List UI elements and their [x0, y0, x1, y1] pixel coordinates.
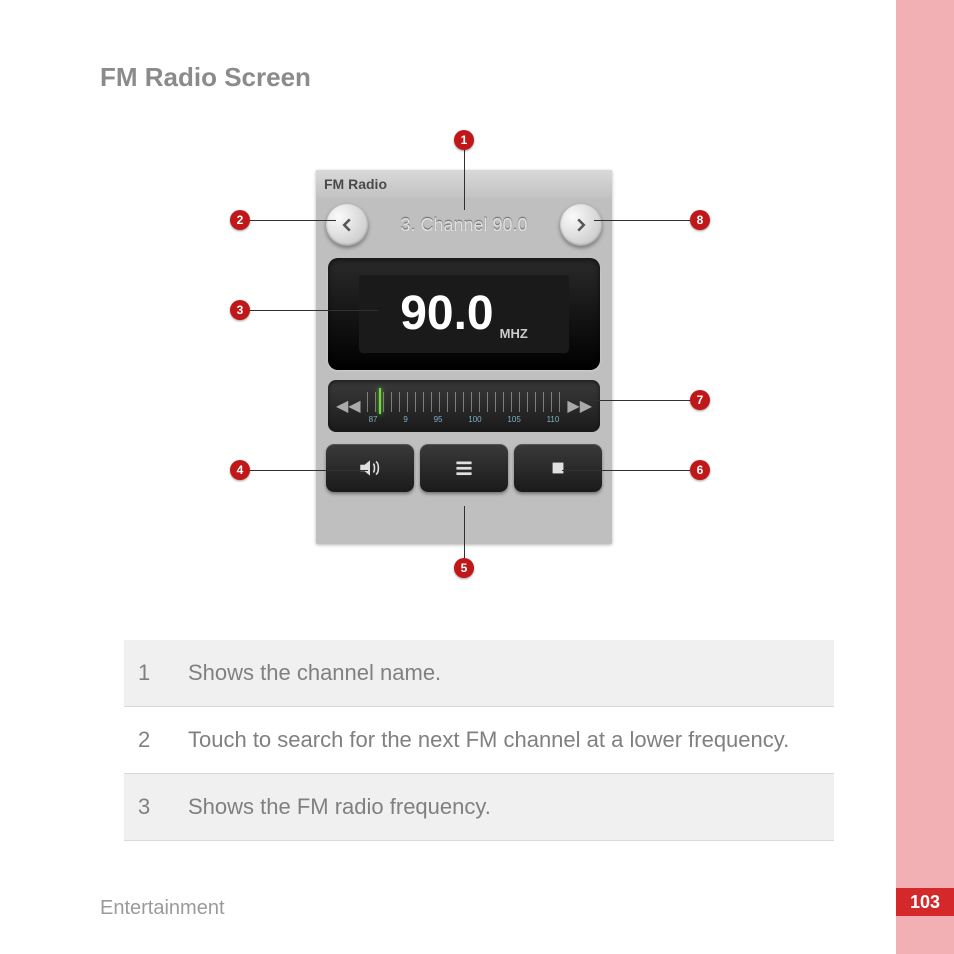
desc-num: 1 [124, 640, 174, 707]
desc-num: 2 [124, 707, 174, 774]
tick-label: 9 [403, 415, 407, 424]
callout-5-leader [464, 506, 465, 558]
tick-label: 105 [507, 415, 520, 424]
callout-8-leader [594, 220, 690, 221]
stop-button[interactable] [514, 444, 602, 492]
callout-3-leader [250, 310, 378, 311]
desc-text: Shows the channel name. [174, 640, 834, 707]
table-row: 2 Touch to search for the next FM channe… [124, 707, 834, 774]
tuning-needle [379, 388, 381, 414]
next-channel-button[interactable] [560, 204, 602, 246]
callout-4: 4 [230, 460, 250, 480]
stop-icon [545, 455, 571, 481]
chevron-right-icon [574, 218, 588, 232]
seek-back-icon[interactable]: ◀◀ [336, 396, 361, 416]
fm-radio-phone-mock: FM Radio 3. Channel 90.0 90.0 MHZ ◀◀ 87 [316, 170, 612, 544]
seek-forward-icon[interactable]: ▶▶ [567, 396, 592, 416]
diagram-area: FM Radio 3. Channel 90.0 90.0 MHZ ◀◀ 87 [100, 110, 840, 590]
tick-label: 100 [468, 415, 481, 424]
tick-labels: 87 9 95 100 105 110 [367, 415, 562, 424]
menu-button[interactable] [420, 444, 508, 492]
tick-label: 95 [434, 415, 443, 424]
chevron-left-icon [340, 218, 354, 232]
tuning-scale[interactable]: 87 9 95 100 105 110 [367, 388, 562, 424]
callout-2: 2 [230, 210, 250, 230]
callout-7-leader [594, 400, 690, 401]
callout-4-leader [250, 470, 368, 471]
channel-name: 3. Channel 90.0 [400, 215, 527, 236]
tick-label: 110 [547, 415, 560, 424]
button-row [326, 444, 602, 492]
page-title: FM Radio Screen [100, 62, 311, 93]
frequency-panel: 90.0 MHZ [328, 258, 600, 370]
desc-num: 3 [124, 774, 174, 841]
desc-text: Touch to search for the next FM channel … [174, 707, 834, 774]
table-row: 3 Shows the FM radio frequency. [124, 774, 834, 841]
callout-6-leader [562, 470, 690, 471]
description-table: 1 Shows the channel name. 2 Touch to sea… [124, 640, 834, 841]
menu-icon [451, 455, 477, 481]
footer-section-label: Entertainment [100, 897, 225, 920]
table-row: 1 Shows the channel name. [124, 640, 834, 707]
callout-1-leader [464, 150, 465, 210]
prev-channel-button[interactable] [326, 204, 368, 246]
callout-2-leader [250, 220, 336, 221]
callout-5: 5 [454, 558, 474, 578]
tuning-strip[interactable]: ◀◀ 87 9 95 100 105 110 ▶▶ [328, 380, 600, 432]
side-tab [896, 0, 954, 954]
callout-1: 1 [454, 130, 474, 150]
frequency-display: 90.0 MHZ [359, 275, 569, 353]
callout-7: 7 [690, 390, 710, 410]
page-number: 103 [896, 888, 954, 916]
volume-button[interactable] [326, 444, 414, 492]
desc-text: Shows the FM radio frequency. [174, 774, 834, 841]
callout-3: 3 [230, 300, 250, 320]
frequency-unit: MHZ [500, 326, 528, 341]
tick-label: 87 [369, 415, 378, 424]
callout-8: 8 [690, 210, 710, 230]
volume-icon [357, 455, 383, 481]
callout-6: 6 [690, 460, 710, 480]
frequency-value: 90.0 [400, 275, 493, 353]
